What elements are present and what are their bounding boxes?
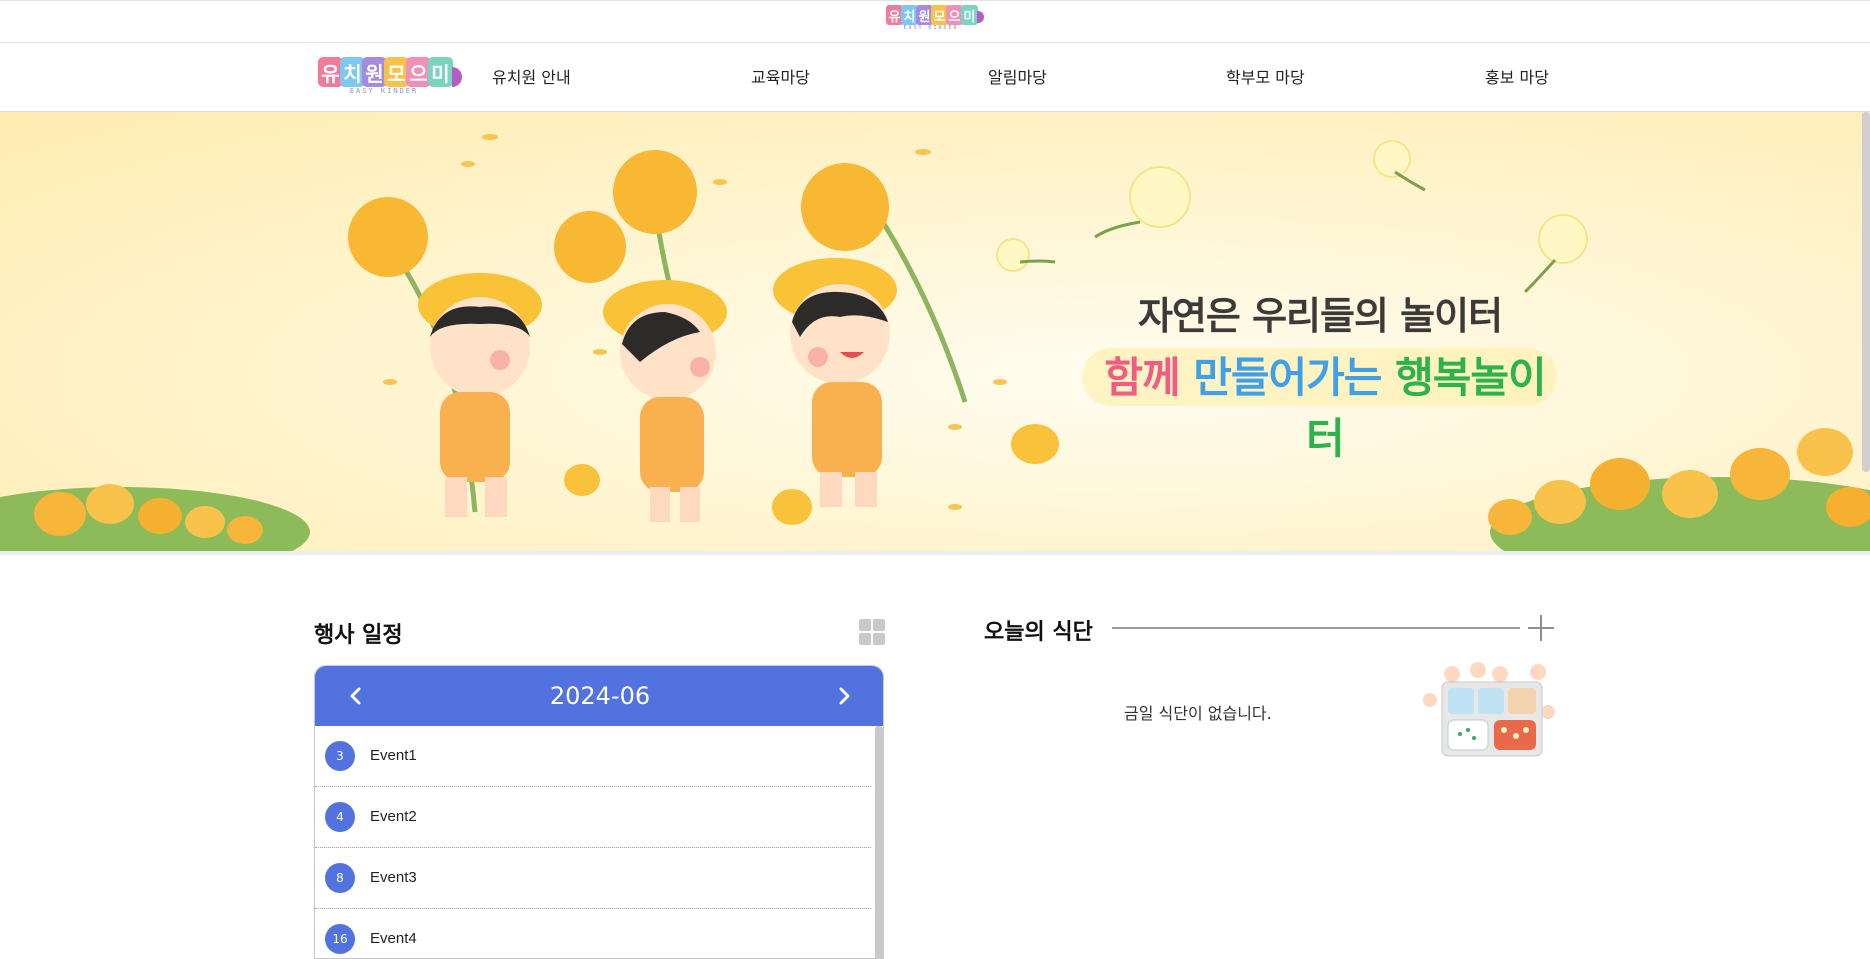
grid-view-icon[interactable] [859,619,885,645]
menu-empty-message: 금일 식단이 없습니다. [1124,704,1272,723]
logo-tail-icon [977,11,984,23]
event-day-badge: 4 [325,802,355,832]
dandelion-puff-icons [996,140,1588,272]
dandelion-field-left-icon [0,484,310,551]
event-day-badge: 8 [325,863,355,893]
banner-illustration [0,134,1870,551]
menu-title-divider [1112,627,1520,629]
calendar-header: 2024-06 [315,666,883,726]
event-name: Event3 [370,869,417,886]
event-item[interactable]: 8 Event3 [315,848,871,909]
lunch-tray-illustration-icon [1423,662,1555,757]
logo-tail-icon [452,67,462,87]
top-strip: 유 치 원 모 으 미 EASY KINDER [0,0,1870,43]
event-item[interactable]: 3 Event1 [315,726,871,787]
nav-item-notices[interactable]: 알림마당 [988,43,1047,112]
event-name: Event4 [370,930,417,947]
menu-title: 오늘의 식단 [984,614,1093,646]
chevron-left-icon [350,687,361,705]
banner-subtitle: 함께 만들어가는 행복놀이터 [1090,344,1560,466]
child-middle-icon [603,280,727,522]
main-logo-letter: 미 [428,57,453,87]
event-day-badge: 16 [325,924,355,954]
event-item[interactable]: 16 Event4 [315,909,871,958]
nav-item-education[interactable]: 교육마당 [751,43,810,112]
banner-title: 자연은 우리들의 놀이터 [1137,294,1503,338]
event-calendar: 2024-06 3 Event1 4 Event2 8 Event3 16 Ev… [314,665,884,959]
dandelion-stem-icons [1019,170,1557,294]
event-day-badge: 3 [325,741,355,771]
page-scrollbar[interactable] [1862,112,1870,472]
event-name: Event2 [370,808,417,825]
nav-item-kindergarten-info[interactable]: 유치원 안내 [492,43,571,112]
calendar-month: 2024-06 [549,682,651,710]
next-month-button[interactable] [827,679,861,713]
hero-banner: 자연은 우리들의 놀이터 함께 만들어가는 행복놀이터 [0,112,1870,551]
menu-more-plus-icon[interactable] [1528,615,1554,641]
top-logo[interactable]: 유 치 원 모 으 미 EASY KINDER [886,5,984,31]
main-nav: 유 치 원 모 으 미 EASY KINDER 유치원 안내 교육마당 알림마당… [0,43,1870,112]
nav-item-parents[interactable]: 학부모 마당 [1226,43,1305,112]
top-logo-letters: 유 치 원 모 으 미 [886,5,978,25]
child-right-icon [773,258,897,507]
main-logo[interactable]: 유 치 원 모 으 미 EASY KINDER [318,57,462,95]
chevron-right-icon [839,687,850,705]
child-left-icon [418,273,542,517]
chick-icons [564,424,1059,525]
event-item[interactable]: 4 Event2 [315,787,871,848]
prev-month-button[interactable] [339,679,373,713]
top-logo-subtitle: EASY KINDER [903,25,959,31]
banner-divider [0,551,1870,555]
banner-subtitle-part1: 함께 [1104,353,1180,402]
event-list-scrollbar[interactable] [875,726,883,958]
top-logo-letter: 미 [961,5,978,25]
event-list: 3 Event1 4 Event2 8 Event3 16 Event4 [315,726,871,958]
nav-item-promotion[interactable]: 홍보 마당 [1485,43,1549,112]
event-name: Event1 [370,747,417,764]
main-logo-subtitle: EASY KINDER [349,87,419,95]
main-logo-letters: 유 치 원 모 으 미 [318,57,453,87]
banner-subtitle-part2: 만들어가는 [1193,353,1382,402]
events-title: 행사 일정 [314,623,403,648]
